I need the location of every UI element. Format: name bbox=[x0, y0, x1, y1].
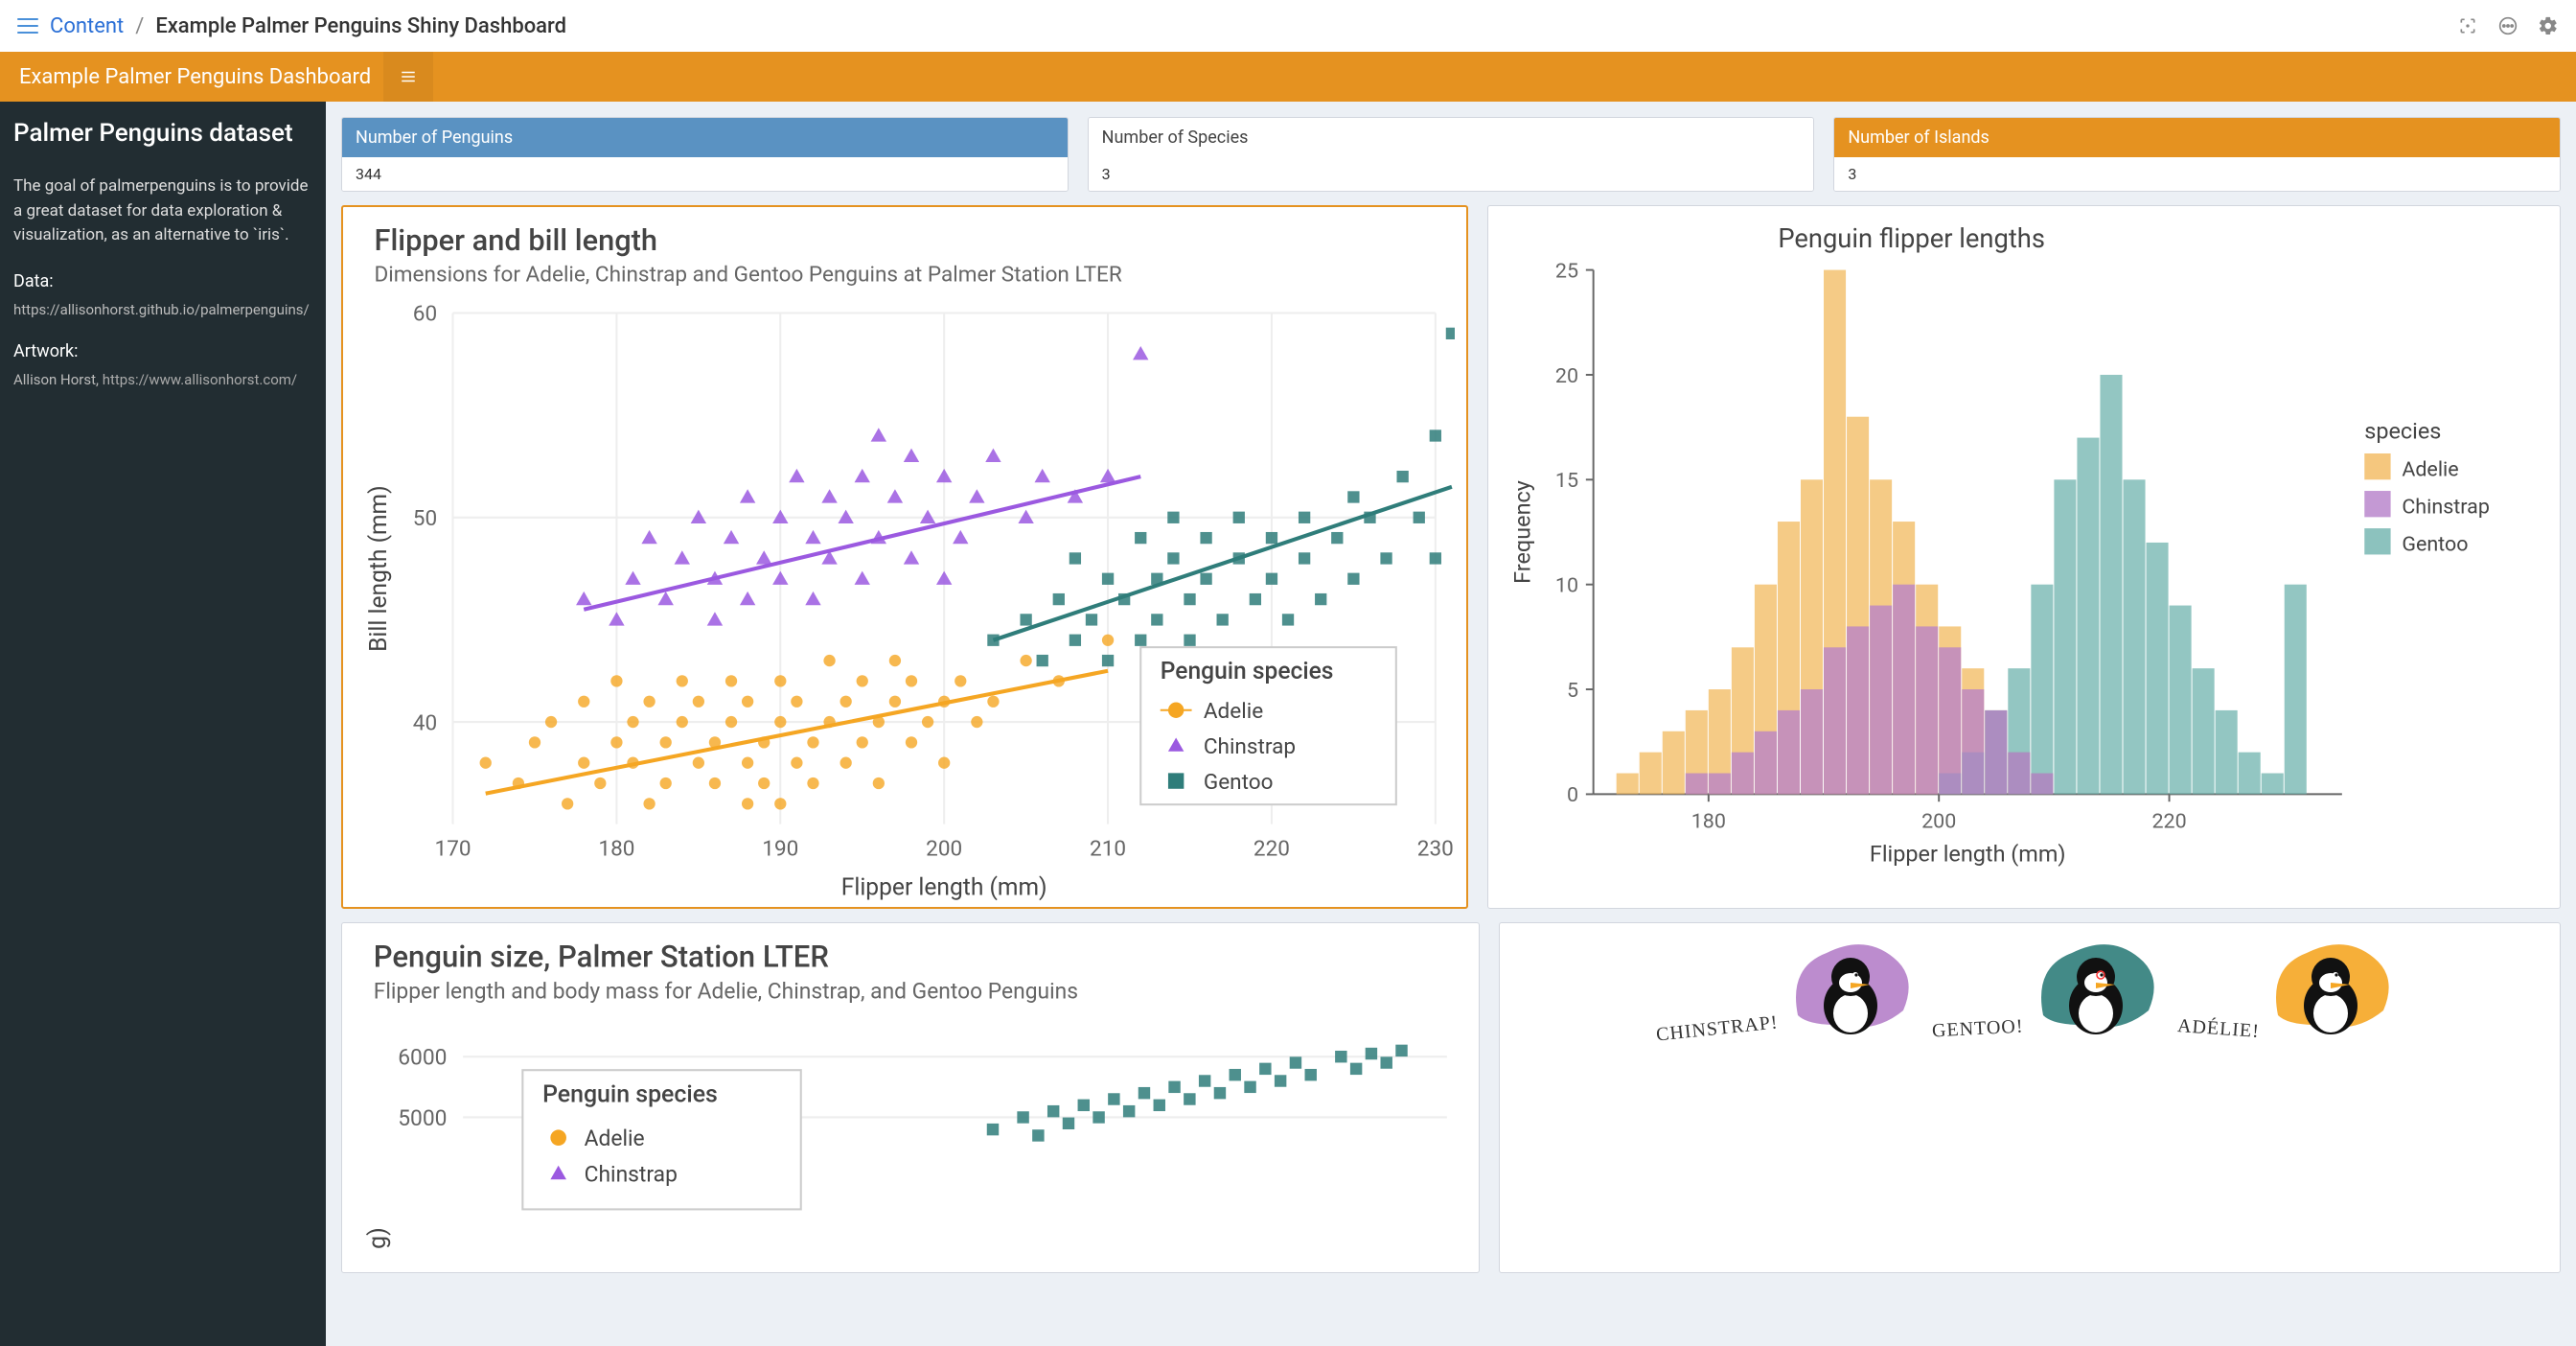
svg-text:Dimensions for Adelie, Chinstr: Dimensions for Adelie, Chinstrap and Gen… bbox=[375, 262, 1122, 288]
svg-text:Adelie: Adelie bbox=[1204, 698, 1263, 724]
sidebar-data-label: Data: bbox=[13, 271, 312, 291]
valuebox-islands: Number of Islands 3 bbox=[1833, 117, 2561, 192]
svg-text:230: 230 bbox=[1417, 835, 1454, 861]
artwork-label: GENTOO! bbox=[1931, 1015, 2024, 1042]
svg-text:180: 180 bbox=[1691, 810, 1726, 834]
valuebox-species-title: Number of Species bbox=[1089, 118, 1814, 157]
svg-text:10: 10 bbox=[1555, 573, 1578, 597]
svg-text:220: 220 bbox=[1254, 835, 1290, 861]
svg-text:Chinstrap: Chinstrap bbox=[585, 1161, 678, 1187]
svg-text:Adelie: Adelie bbox=[2403, 457, 2459, 481]
svg-text:170: 170 bbox=[435, 835, 472, 861]
svg-text:Bill length (mm): Bill length (mm) bbox=[365, 485, 393, 652]
svg-text:Gentoo: Gentoo bbox=[2403, 533, 2469, 557]
svg-text:210: 210 bbox=[1090, 835, 1126, 861]
valuebox-species-value: 3 bbox=[1089, 157, 1814, 191]
svg-text:Chinstrap: Chinstrap bbox=[1204, 733, 1296, 759]
breadcrumb: Content / Example Palmer Penguins Shiny … bbox=[50, 14, 566, 38]
valuebox-penguins-title: Number of Penguins bbox=[342, 118, 1068, 157]
svg-text:Penguin flipper lengths: Penguin flipper lengths bbox=[1779, 223, 2046, 254]
sidebar-artwork-credit: Allison Horst, https://www.allisonhorst.… bbox=[13, 371, 312, 388]
artwork-label: ADÉLIE! bbox=[2176, 1015, 2260, 1043]
svg-text:Chinstrap: Chinstrap bbox=[2403, 495, 2491, 519]
sidebar-intro: The goal of palmerpenguins is to provide… bbox=[13, 174, 312, 248]
svg-text:60: 60 bbox=[413, 301, 437, 327]
valuebox-species: Number of Species 3 bbox=[1088, 117, 1815, 192]
fullscreen-icon[interactable] bbox=[2457, 15, 2478, 36]
penguin-illustration bbox=[2259, 929, 2403, 1034]
topbar: Content / Example Palmer Penguins Shiny … bbox=[0, 0, 2576, 52]
svg-text:50: 50 bbox=[413, 505, 437, 531]
sidebar-artwork-label: Artwork: bbox=[13, 341, 312, 361]
svg-text:200: 200 bbox=[926, 835, 962, 861]
sidebar-artwork-url[interactable]: https://www.allisonhorst.com/ bbox=[103, 371, 297, 388]
valuebox-islands-title: Number of Islands bbox=[1834, 118, 2560, 157]
valuebox-islands-value: 3 bbox=[1834, 157, 2560, 191]
svg-text:Gentoo: Gentoo bbox=[1204, 769, 1274, 795]
gear-icon[interactable] bbox=[2538, 15, 2559, 36]
svg-text:Flipper and bill length: Flipper and bill length bbox=[375, 222, 657, 258]
svg-text:Penguin size, Palmer Station L: Penguin size, Palmer Station LTER bbox=[374, 939, 829, 974]
topbar-actions bbox=[2457, 15, 2559, 36]
sidebar-heading: Palmer Penguins dataset bbox=[13, 119, 312, 148]
svg-text:25: 25 bbox=[1555, 259, 1578, 283]
breadcrumb-separator: / bbox=[135, 14, 144, 38]
more-icon[interactable] bbox=[2497, 15, 2518, 36]
svg-text:Adelie: Adelie bbox=[585, 1126, 645, 1151]
sidebar: Palmer Penguins dataset The goal of palm… bbox=[0, 102, 326, 1346]
plot-scatter-flipper-bill: Flipper and bill length Dimensions for Ad… bbox=[341, 205, 1468, 909]
penguin-illustration bbox=[1779, 929, 1922, 1034]
artwork-label: CHINSTRAP! bbox=[1655, 1011, 1780, 1046]
valuebox-penguins-value: 344 bbox=[342, 157, 1068, 191]
svg-text:220: 220 bbox=[2152, 810, 2187, 834]
svg-text:Frequency: Frequency bbox=[1509, 480, 1536, 584]
svg-text:5000: 5000 bbox=[398, 1104, 447, 1130]
svg-text:0: 0 bbox=[1567, 783, 1578, 807]
content-area: Number of Penguins 344 Number of Species… bbox=[326, 102, 2576, 1346]
svg-text:Penguin species: Penguin species bbox=[1161, 658, 1334, 685]
plot-scatter-flipper-mass: Penguin size, Palmer Station LTER Flipper… bbox=[341, 922, 1480, 1274]
svg-text:Flipper length and body mass f: Flipper length and body mass for Adelie,… bbox=[374, 978, 1078, 1004]
menu-icon[interactable] bbox=[17, 18, 38, 34]
penguin-illustration bbox=[2024, 929, 2168, 1034]
svg-text:180: 180 bbox=[598, 835, 634, 861]
svg-text:15: 15 bbox=[1555, 469, 1578, 493]
svg-text:5: 5 bbox=[1567, 679, 1578, 703]
svg-text:6000: 6000 bbox=[398, 1044, 447, 1070]
plot-hist-flipper: Penguin flipper lengths 0 5 10 15 20 25 180 200 2… bbox=[1487, 205, 2561, 909]
svg-text:species: species bbox=[2365, 417, 2442, 444]
svg-text:200: 200 bbox=[1921, 810, 1956, 834]
artwork-box: CHINSTRAP! GENTOO! ADÉLIE! bbox=[1499, 922, 2561, 1274]
breadcrumb-title: Example Palmer Penguins Shiny Dashboard bbox=[155, 14, 566, 38]
appbar: Example Palmer Penguins Dashboard bbox=[0, 52, 2576, 102]
svg-text:190: 190 bbox=[762, 835, 798, 861]
svg-text:40: 40 bbox=[413, 709, 437, 735]
sidebar-toggle-button[interactable] bbox=[383, 52, 433, 102]
breadcrumb-link[interactable]: Content bbox=[50, 14, 124, 38]
sidebar-data-url[interactable]: https://allisonhorst.github.io/palmerpen… bbox=[13, 301, 312, 318]
svg-text:g): g) bbox=[364, 1227, 392, 1249]
appbar-title: Example Palmer Penguins Dashboard bbox=[0, 65, 383, 89]
svg-text:20: 20 bbox=[1555, 364, 1578, 388]
artwork-by-text: Allison Horst, bbox=[13, 371, 103, 388]
svg-text:Flipper length (mm): Flipper length (mm) bbox=[1870, 841, 2066, 868]
valuebox-penguins: Number of Penguins 344 bbox=[341, 117, 1069, 192]
svg-text:Flipper length (mm): Flipper length (mm) bbox=[841, 874, 1047, 902]
svg-text:Penguin species: Penguin species bbox=[542, 1080, 718, 1108]
